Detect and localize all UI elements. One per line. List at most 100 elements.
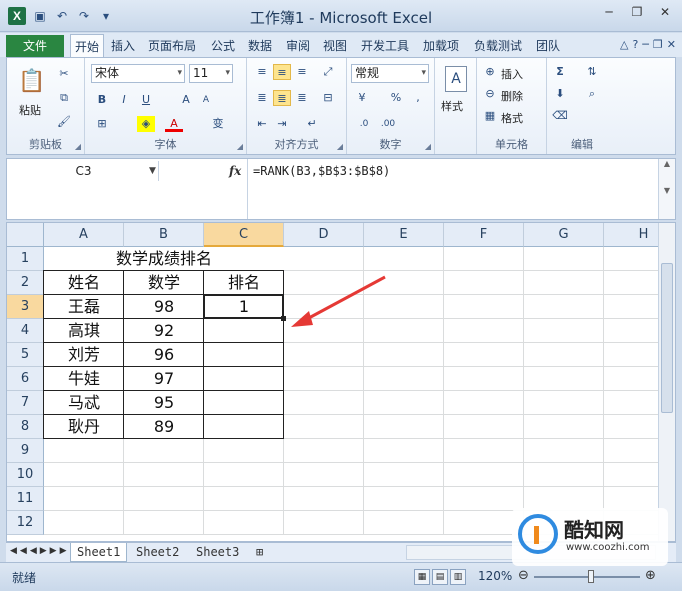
name-box[interactable]: C3 [9,161,159,181]
row-header-3[interactable]: 3 [7,295,44,319]
row-header-4[interactable]: 4 [7,319,44,343]
worksheet-grid[interactable]: A B C D E F G H 1 2 3 4 5 6 7 8 9 10 11 12 数学成绩排名 姓名 数学 排名 王磊 98 1… [6,222,676,542]
clear-icon[interactable]: ⌫ [551,108,569,124]
selected-cell-c3[interactable] [203,294,284,319]
font-launcher-icon[interactable]: ◢ [237,142,243,151]
sort-filter-icon[interactable]: ⇅ [583,64,601,80]
number-launcher-icon[interactable]: ◢ [425,142,431,151]
sheet-tab-3[interactable]: Sheet3 [190,543,245,562]
sheet-nav-icons[interactable]: ◀◀◀▶▶▶ [10,546,70,556]
phonetic-button[interactable]: 变 [209,116,227,132]
font-color-icon[interactable]: A [165,116,183,132]
decrease-decimal-icon[interactable]: .00 [379,116,397,132]
zoom-slider-track[interactable] [534,576,640,578]
row-header-12[interactable]: 12 [7,511,44,535]
row-header-1[interactable]: 1 [7,247,44,271]
align-left-icon[interactable]: ≣ [253,90,271,106]
styles-icon[interactable]: A [445,66,467,92]
normal-view-icon[interactable]: ▦ [414,569,430,585]
tab-data[interactable]: 数据 [248,37,272,54]
row-header-5[interactable]: 5 [7,343,44,367]
shrink-font-button[interactable]: A [197,92,215,108]
cut-icon[interactable]: ✂ [55,66,73,82]
tab-load-test[interactable]: 负载测试 [474,37,522,54]
font-size-select[interactable]: 11 [189,64,233,83]
table-title[interactable]: 数学成绩排名 [44,247,284,271]
delete-cells-icon[interactable]: ⊖ [481,86,499,102]
insert-cells-icon[interactable]: ⊕ [481,64,499,80]
increase-indent-icon[interactable]: ⇥ [273,116,291,132]
align-center-icon[interactable]: ≣ [273,90,291,106]
insert-function-icon[interactable]: fx [229,161,241,181]
row-header-8[interactable]: 8 [7,415,44,439]
align-middle-icon[interactable]: ≡ [273,64,291,80]
italic-button[interactable]: I [115,92,133,108]
close-icon[interactable]: ✕ [652,2,678,22]
select-all-corner[interactable] [7,223,44,247]
formula-bar-scrollbar[interactable]: ▲ ▼ [658,159,675,219]
row-header-6[interactable]: 6 [7,367,44,391]
file-tab[interactable]: 文件 [6,35,64,57]
find-select-icon[interactable]: ⌕ [583,86,601,102]
currency-icon[interactable]: ¥ [353,90,371,106]
row-header-11[interactable]: 11 [7,487,44,511]
orientation-icon[interactable]: ⤢ [319,64,337,80]
sheet-tab-1[interactable]: Sheet1 [70,543,128,562]
tab-developer[interactable]: 开发工具 [361,37,409,54]
format-painter-icon[interactable]: 🖌 [55,114,73,130]
tab-page-layout[interactable]: 页面布局 [148,37,196,54]
fill-icon[interactable]: ⬇ [551,86,569,102]
number-format-select[interactable]: 常规 [351,64,429,83]
tab-review[interactable]: 审阅 [286,37,310,54]
vertical-scroll-thumb[interactable] [661,263,673,413]
clipboard-launcher-icon[interactable]: ◢ [75,142,81,151]
tab-home[interactable]: 开始 [70,34,105,58]
fill-color-icon[interactable]: ◈ [137,116,155,132]
copy-icon[interactable]: ⧉ [55,90,73,106]
formula-input[interactable]: =RANK(B3,$B$3:$B$8) [253,161,390,181]
vertical-scrollbar[interactable] [658,223,675,541]
row-header-7[interactable]: 7 [7,391,44,415]
tab-insert[interactable]: 插入 [111,37,135,54]
autosum-button[interactable]: Σ [551,64,569,80]
paste-button[interactable]: 粘贴 [19,102,41,118]
page-break-view-icon[interactable]: ▥ [450,569,466,585]
column-header-d[interactable]: D [284,223,364,247]
increase-decimal-icon[interactable]: .0 [355,116,373,132]
merge-center-icon[interactable]: ⊟ [319,90,337,106]
tab-formulas[interactable]: 公式 [211,37,235,54]
zoom-in-icon[interactable]: ⊕ [645,568,656,583]
zoom-out-icon[interactable]: ⊖ [518,568,529,583]
align-right-icon[interactable]: ≣ [293,90,311,106]
minimize-ribbon-icon[interactable]: △ [620,38,628,51]
close-icon[interactable]: ✕ [667,38,676,51]
format-cells-button[interactable]: 格式 [501,110,523,126]
format-cells-icon[interactable]: ▦ [481,108,499,124]
column-header-e[interactable]: E [364,223,444,247]
tab-addins[interactable]: 加载项 [423,37,459,54]
restore-icon[interactable]: ❐ [624,2,650,22]
sheet-tab-2[interactable]: Sheet2 [130,543,185,562]
minimize-icon[interactable]: ─ [596,2,622,22]
zoom-level[interactable]: 120% [478,569,512,583]
tab-team[interactable]: 团队 [536,37,560,54]
minimize-icon[interactable]: ─ [642,38,649,51]
paste-icon[interactable]: 📋 [17,66,47,98]
align-top-icon[interactable]: ≡ [253,64,271,80]
restore-icon[interactable]: ❐ [653,38,663,51]
insert-sheet-icon[interactable]: ⊞ [250,543,269,562]
bold-button[interactable]: B [93,92,111,108]
column-header-f[interactable]: F [444,223,524,247]
row-header-2[interactable]: 2 [7,271,44,295]
column-header-c[interactable]: C [204,223,284,247]
grow-font-button[interactable]: A [177,92,195,108]
decrease-indent-icon[interactable]: ⇤ [253,116,271,132]
column-header-b[interactable]: B [124,223,204,247]
wrap-text-icon[interactable]: ↵ [303,116,321,132]
align-bottom-icon[interactable]: ≡ [293,64,311,80]
help-icon[interactable]: ? [632,38,638,51]
styles-button[interactable]: 样式 [441,98,463,114]
column-header-g[interactable]: G [524,223,604,247]
fill-handle[interactable] [281,316,286,321]
zoom-slider-thumb[interactable] [588,570,594,583]
